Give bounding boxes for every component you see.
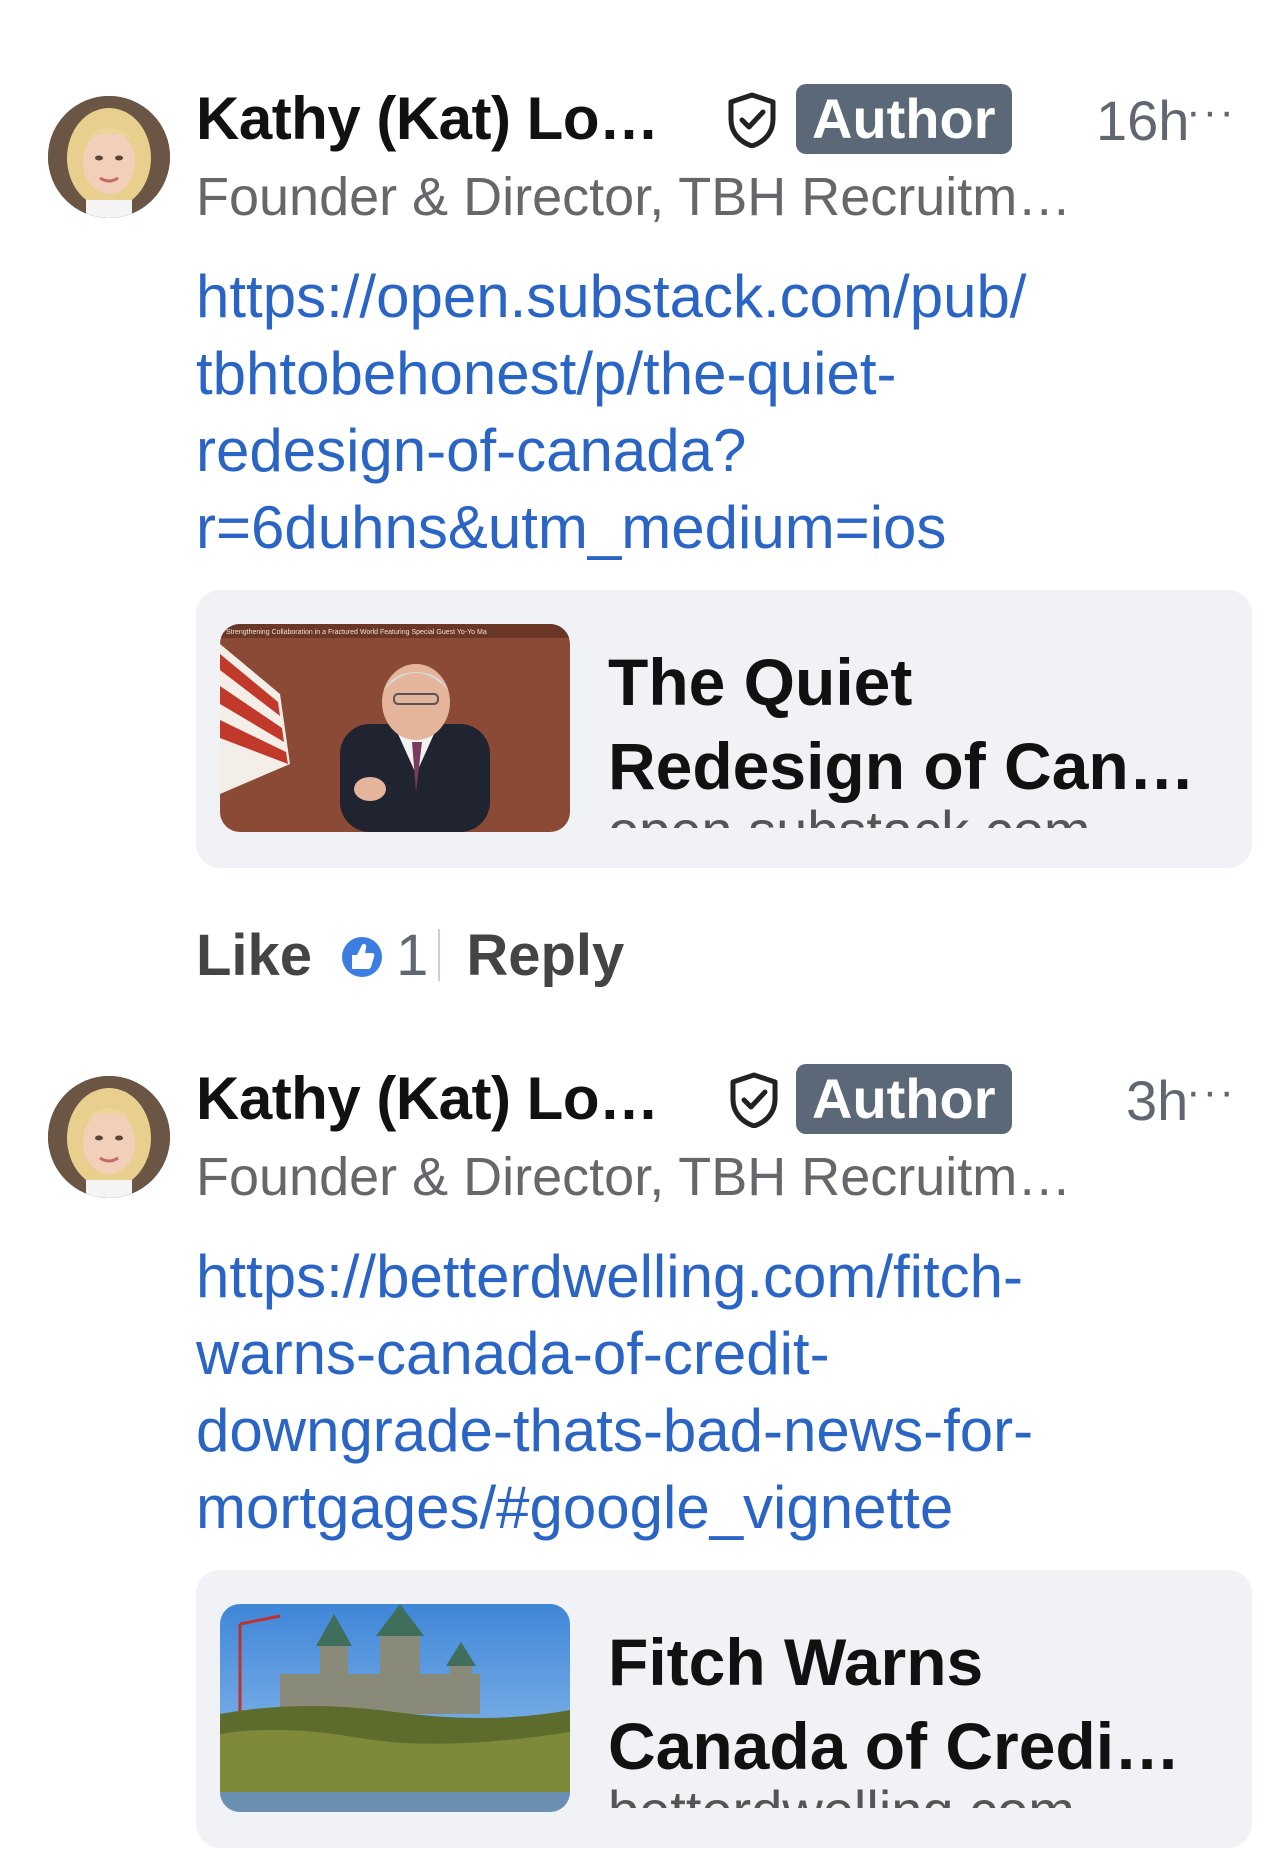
- timestamp: 16h: [1096, 89, 1190, 152]
- card-title-line: The Quiet: [608, 645, 913, 719]
- more-options-icon[interactable]: ···: [1186, 1070, 1236, 1114]
- link-line[interactable]: https://betterdwelling.com/fitch-: [196, 1238, 1196, 1315]
- author-badge: Author: [796, 1064, 1012, 1134]
- author-badge: Author: [796, 84, 1012, 154]
- link-preview-card[interactable]: Fitch Warns Canada of Credi… betterdwell…: [196, 1570, 1252, 1848]
- comment-link[interactable]: https://betterdwelling.com/fitch- warns-…: [196, 1238, 1196, 1546]
- link-line[interactable]: warns-canada-of-credit-: [196, 1315, 1196, 1392]
- avatar[interactable]: [48, 1076, 170, 1198]
- author-name[interactable]: Kathy (Kat) Lo…: [196, 1064, 659, 1133]
- verified-shield-icon: [726, 92, 778, 149]
- divider: [438, 929, 441, 981]
- link-line[interactable]: https://open.substack.com/pub/: [196, 258, 1196, 335]
- link-line[interactable]: r=6duhns&utm_medium=ios: [196, 489, 1196, 566]
- more-options-icon[interactable]: ···: [1186, 90, 1236, 134]
- card-title-line: Fitch Warns: [608, 1625, 984, 1699]
- thumbs-up-icon[interactable]: [340, 931, 384, 979]
- card-domain: open.substack.com: [608, 796, 1090, 828]
- verified-shield-icon: [728, 1072, 780, 1129]
- video-still-speaker-thumbnail: Strengthening Collaboration in a Fractur…: [220, 624, 570, 832]
- author-subtitle: Founder & Director, TBH Recruitm…: [196, 1147, 1072, 1207]
- reply-button[interactable]: Reply: [466, 922, 624, 989]
- card-title[interactable]: Fitch Warns Canada of Credi…: [608, 1620, 1228, 1788]
- avatar[interactable]: [48, 96, 170, 218]
- card-domain: betterdwelling.com: [608, 1776, 1075, 1808]
- parliament-hill-photo: [220, 1604, 570, 1812]
- link-preview-card[interactable]: Strengthening Collaboration in a Fractur…: [196, 590, 1252, 868]
- like-button[interactable]: Like: [196, 922, 312, 989]
- link-line[interactable]: downgrade-thats-bad-news-for-: [196, 1392, 1196, 1469]
- link-line[interactable]: tbhtobehonest/p/the-quiet-: [196, 335, 1196, 412]
- link-line[interactable]: mortgages/#google_vignette: [196, 1469, 1196, 1546]
- author-name[interactable]: Kathy (Kat) Lo…: [196, 84, 659, 153]
- like-count: 1: [396, 922, 429, 988]
- link-line[interactable]: redesign-of-canada?: [196, 412, 1196, 489]
- timestamp: 3h: [1126, 1069, 1189, 1132]
- card-title[interactable]: The Quiet Redesign of Can…: [608, 640, 1228, 808]
- comment-actions: Like 1 Reply: [196, 920, 624, 990]
- comment-link[interactable]: https://open.substack.com/pub/ tbhtobeho…: [196, 258, 1196, 566]
- author-subtitle: Founder & Director, TBH Recruitm…: [196, 167, 1072, 227]
- thumb-caption: Strengthening Collaboration in a Fractur…: [226, 629, 487, 636]
